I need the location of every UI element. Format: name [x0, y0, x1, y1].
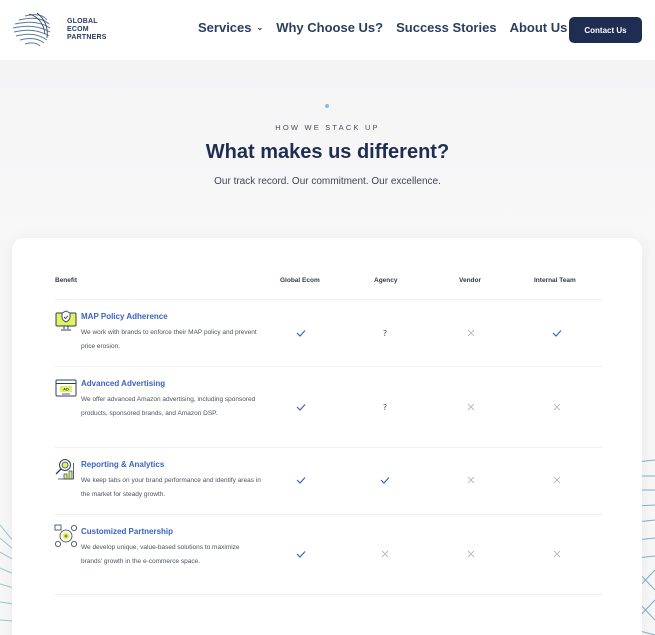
cross-icon [464, 400, 478, 414]
nav-label: About Us [509, 20, 568, 35]
globe-logo-icon [12, 12, 51, 47]
section-eyebrow: HOW WE STACK UP [275, 123, 380, 132]
divider [55, 594, 602, 595]
nav-label: Success Stories [396, 20, 497, 35]
nav-success-stories[interactable]: Success Stories [396, 20, 496, 35]
question-icon: ? [382, 402, 388, 412]
partnership-network-icon [54, 524, 77, 547]
divider [55, 299, 602, 300]
cross-icon [550, 400, 564, 414]
check-icon [378, 473, 392, 487]
cross-icon [378, 547, 392, 561]
analytics-magnifier-icon [55, 459, 74, 480]
logo-line: ECOM [67, 26, 89, 33]
chevron-down-icon: ⌄ [256, 23, 264, 32]
check-icon [294, 400, 308, 414]
cross-icon [464, 473, 478, 487]
nav-services[interactable]: Services ⌄ [198, 20, 263, 35]
comparison-card [12, 238, 642, 635]
column-header-benefit: Benefit [55, 277, 78, 284]
row-description: We keep tabs on your brand performance a… [81, 477, 261, 498]
main-nav: Services ⌄ Why Choose Us? Success Storie… [198, 20, 592, 35]
logo-text: GLOBAL ECOM PARTNERS [67, 18, 107, 42]
nav-why-choose-us[interactable]: Why Choose Us? [276, 20, 383, 35]
row-title: Advanced Advertising [81, 379, 166, 388]
divider [55, 366, 602, 367]
check-icon [294, 547, 308, 561]
check-icon [550, 326, 564, 340]
row-title: Reporting & Analytics [81, 460, 165, 469]
contact-us-button[interactable]: Contact Us [569, 17, 642, 43]
column-header-agency: Agency [374, 277, 398, 284]
decorative-dot [325, 104, 329, 108]
row-description: We offer advanced Amazon advertising, in… [81, 396, 256, 417]
cross-icon [464, 326, 478, 340]
nav-label: Why Choose Us? [276, 20, 384, 35]
row-description: We work with brands to enforce their MAP… [81, 329, 257, 350]
check-icon [294, 473, 308, 487]
cross-icon [464, 547, 478, 561]
logo-line: PARTNERS [67, 34, 107, 41]
row-description: We develop unique, value-based solutions… [81, 544, 240, 565]
column-header-vendor: Vendor [459, 277, 482, 284]
section-title: What makes us different? [205, 141, 450, 163]
ad-browser-icon: AD [55, 379, 77, 397]
logo-line: GLOBAL [67, 18, 98, 25]
logo[interactable]: GLOBAL ECOM PARTNERS [11, 10, 107, 50]
row-title: MAP Policy Adherence [81, 312, 168, 321]
section-subtitle: Our track record. Our commitment. Our ex… [214, 176, 441, 187]
nav-label: Services [198, 20, 252, 35]
divider [55, 514, 602, 515]
monitor-shield-icon [55, 310, 77, 331]
column-header-global-ecom: Global Ecom [280, 277, 320, 284]
row-title: Customized Partnership [81, 527, 174, 536]
question-icon: ? [382, 328, 388, 338]
cross-icon [550, 473, 564, 487]
cross-icon [550, 547, 564, 561]
site-header: GLOBAL ECOM PARTNERS Services ⌄ Why Choo… [0, 0, 655, 60]
column-header-internal-team: Internal Team [534, 277, 576, 284]
check-icon [294, 326, 308, 340]
divider [55, 447, 602, 448]
svg-text:AD: AD [63, 387, 69, 392]
